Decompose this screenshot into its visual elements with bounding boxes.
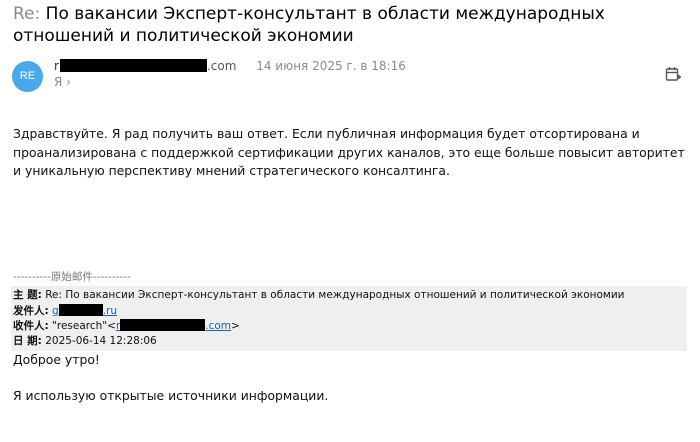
subject-prefix: Re: bbox=[13, 4, 41, 24]
redaction-bar bbox=[120, 319, 206, 331]
quoted-from-row: 发件人: g .ru bbox=[13, 304, 117, 319]
quoted-to-name: "research"< bbox=[52, 320, 116, 332]
avatar[interactable]: RE bbox=[12, 61, 43, 92]
quoted-subject-row: 主 题: Re: По вакансии Эксперт-консультант… bbox=[13, 288, 625, 303]
sender-initial: r bbox=[54, 59, 59, 73]
quoted-to-label: 收件人: bbox=[13, 320, 49, 332]
quoted-date-label: 日 期: bbox=[13, 335, 42, 347]
from-start: g bbox=[52, 305, 59, 317]
redaction-bar bbox=[58, 304, 103, 316]
quoted-subject-label: 主 题: bbox=[13, 289, 42, 301]
recipient-line[interactable]: Я › bbox=[54, 74, 71, 90]
sender-domain: .com bbox=[206, 59, 237, 73]
email-subject: Re: По вакансии Эксперт-консультант в об… bbox=[13, 3, 673, 47]
quoted-from-link[interactable]: g .ru bbox=[52, 304, 118, 317]
calendar-add-icon[interactable] bbox=[665, 66, 681, 82]
sender-line: r .com 14 июня 2025 г. в 18:16 bbox=[54, 58, 406, 74]
to-end: .com bbox=[205, 320, 232, 332]
quoted-to-link[interactable]: r .com bbox=[116, 319, 232, 332]
sender-address[interactable]: r .com bbox=[54, 59, 236, 73]
email-date: 14 июня 2025 г. в 18:16 bbox=[256, 59, 406, 73]
quoted-to-close: > bbox=[231, 320, 240, 332]
quoted-from-label: 发件人: bbox=[13, 305, 49, 317]
quoted-date-value: 2025-06-14 12:28:06 bbox=[45, 335, 157, 347]
recipient-label: Я bbox=[54, 75, 63, 89]
quoted-text-line: Я использую открытые источники информаци… bbox=[13, 388, 329, 403]
subject-text: По вакансии Эксперт-консультант в област… bbox=[13, 4, 605, 46]
from-end: .ru bbox=[102, 305, 118, 317]
quoted-header-box: 主 题: Re: По вакансии Эксперт-консультант… bbox=[11, 286, 687, 351]
quoted-greeting: Доброе утро! bbox=[13, 352, 100, 367]
email-body: Здравствуйте. Я рад получить ваш ответ. … bbox=[13, 126, 685, 178]
original-message-separator: ----------原始邮件---------- bbox=[13, 271, 131, 283]
redaction-bar bbox=[59, 59, 207, 72]
quoted-date-row: 日 期: 2025-06-14 12:28:06 bbox=[13, 334, 157, 349]
quoted-subject-value: Re: По вакансии Эксперт-консультант в об… bbox=[45, 289, 625, 301]
quoted-to-row: 收件人: "research"<r .com> bbox=[13, 319, 240, 334]
chevron-right-icon: › bbox=[66, 75, 71, 89]
